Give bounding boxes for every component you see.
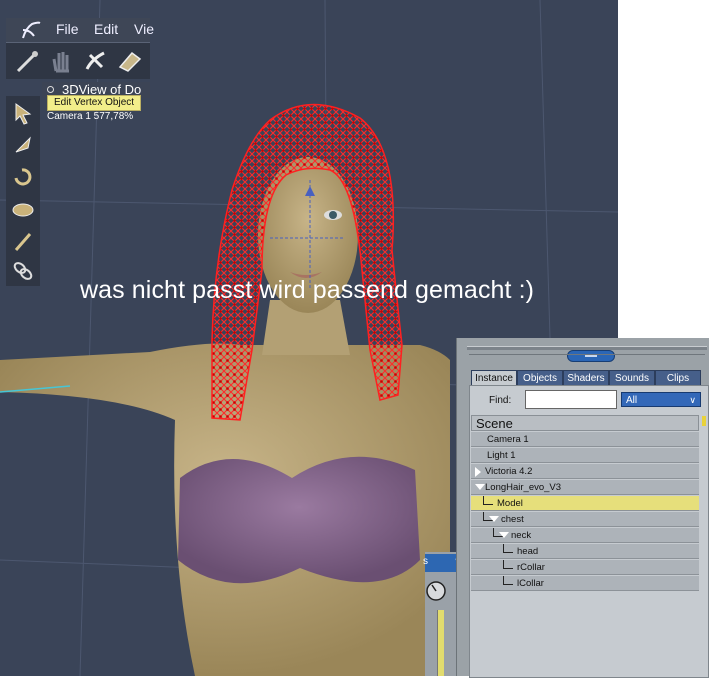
tree-row-label: neck [511, 530, 532, 541]
tree-row-label: chest [501, 514, 524, 525]
tooltip: Edit Vertex Object [47, 95, 142, 111]
tree-connector [503, 584, 513, 585]
direct-manipulation-icon[interactable] [14, 47, 42, 75]
translate-icon[interactable] [10, 132, 36, 158]
tree-row-label: LongHair_evo_V3 [485, 482, 562, 493]
tree-row[interactable]: lCollar [471, 576, 699, 591]
chain-icon[interactable] [10, 258, 36, 284]
bone-tool-icon[interactable] [82, 47, 110, 75]
rotate-icon[interactable] [10, 164, 36, 190]
tree-row[interactable]: neck [471, 528, 699, 543]
tree-row[interactable]: Model [471, 496, 699, 511]
select-arrow-icon[interactable] [10, 100, 36, 126]
hand-icon[interactable] [48, 47, 76, 75]
tree-row[interactable]: LongHair_evo_V3 [471, 480, 699, 495]
expand-arrow-icon[interactable] [475, 467, 481, 477]
tree-row[interactable]: rCollar [471, 560, 699, 575]
scrollbar-thumb[interactable] [702, 416, 706, 426]
menu-view[interactable]: Vie [134, 21, 154, 37]
tree-row[interactable]: Victoria 4.2 [471, 464, 699, 479]
paint-brush-icon[interactable] [116, 47, 144, 75]
panel-edge [709, 338, 715, 676]
tree-row-label: Victoria 4.2 [485, 466, 533, 477]
panel-divider [469, 354, 705, 355]
tree-row-label: lCollar [517, 578, 544, 589]
menu-edit[interactable]: Edit [94, 21, 118, 37]
find-input[interactable] [525, 390, 617, 409]
slider-track[interactable] [437, 610, 444, 676]
tree-connector [493, 528, 494, 536]
find-label: Find: [489, 395, 512, 406]
tree-connector [483, 504, 493, 505]
tree-row-label: head [517, 546, 539, 557]
tree-row[interactable]: head [471, 544, 699, 559]
filter-select[interactable]: All ∨ [621, 392, 701, 407]
menu-file[interactable]: File [56, 21, 79, 37]
tree-connector [503, 576, 504, 584]
caption-overlay: was nicht passt wird passend gemacht :) [80, 276, 535, 304]
collapse-arrow-icon[interactable] [499, 532, 509, 538]
filter-value: All [626, 395, 638, 406]
pencil-icon[interactable] [10, 228, 36, 254]
camera-label: Camera 1 577,78% [47, 111, 134, 122]
tree-row[interactable]: Camera 1 [471, 432, 699, 447]
poser-logo-icon [22, 21, 41, 39]
tree-connector [503, 544, 504, 552]
tree-row-label: rCollar [517, 562, 545, 573]
dial-icon[interactable] [425, 580, 447, 602]
tree-connector [503, 552, 513, 553]
tree-row-label: Light 1 [487, 450, 516, 461]
tree-connector [483, 512, 484, 520]
tree-row[interactable]: chest [471, 512, 699, 527]
collapse-arrow-icon[interactable] [475, 484, 485, 490]
tree-row[interactable]: Light 1 [471, 448, 699, 463]
tree-row-label: Model [497, 498, 523, 509]
tree-connector [503, 560, 504, 568]
tree-connector [503, 568, 513, 569]
left-tool-strip [6, 96, 40, 286]
panel-collapse-handle[interactable] [567, 350, 615, 362]
menu-bar: File Edit Vie [6, 18, 154, 42]
hierarchy-panel: Instance Objects Shaders Sounds Clips Fi… [456, 338, 715, 678]
view-option-dot-icon[interactable] [47, 86, 54, 93]
tree-row-label: Camera 1 [487, 434, 529, 445]
chevron-down-icon: ∨ [689, 395, 696, 405]
scale-icon[interactable] [10, 196, 36, 222]
collapse-arrow-icon[interactable] [489, 516, 499, 522]
tree-connector [483, 496, 484, 504]
scene-header: Scene [471, 415, 699, 431]
mini-panel-tab-label: s [423, 556, 428, 567]
editing-toolbar [6, 42, 150, 79]
